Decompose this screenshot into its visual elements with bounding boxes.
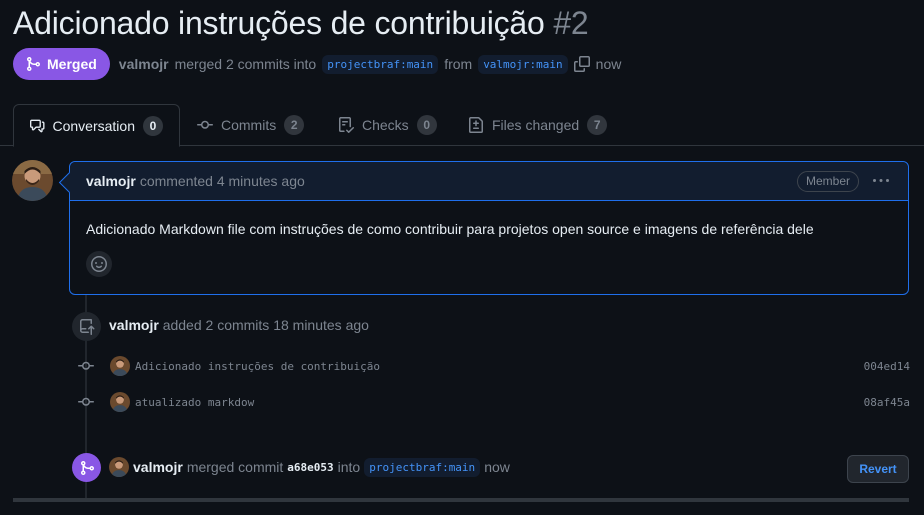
avatar[interactable] bbox=[110, 356, 130, 376]
file-diff-icon bbox=[469, 117, 483, 133]
tab-commits[interactable]: Commits 2 bbox=[181, 104, 320, 146]
head-branch[interactable]: valmojr:main bbox=[478, 54, 568, 74]
merged-event: valmojr merged commit a68e053 into proje… bbox=[109, 457, 510, 477]
tab-checks-count: 0 bbox=[416, 115, 437, 135]
avatar[interactable] bbox=[109, 457, 129, 477]
checklist-icon bbox=[339, 117, 354, 133]
commits-added-event: valmojr added 2 commits 18 minutes ago bbox=[109, 317, 369, 333]
pr-number: #2 bbox=[553, 5, 589, 41]
git-commit-icon bbox=[78, 358, 94, 374]
tab-conversation-label: Conversation bbox=[52, 117, 136, 134]
comment-body: Adicionado Markdown file com instruções … bbox=[86, 221, 814, 237]
comment-author-link[interactable]: valmojr bbox=[86, 173, 136, 189]
event-author-link[interactable]: valmojr bbox=[109, 317, 159, 333]
git-merge-icon bbox=[72, 453, 101, 482]
comment-discussion-icon bbox=[30, 119, 45, 132]
divider bbox=[13, 498, 909, 502]
merge-author-link[interactable]: valmojr bbox=[133, 459, 183, 475]
event-text: added 2 commits 18 minutes ago bbox=[162, 317, 369, 333]
revert-button[interactable]: Revert bbox=[847, 455, 909, 483]
commit-message-link[interactable]: Adicionado instruções de contribuição bbox=[135, 360, 380, 373]
commit-row: Adicionado instruções de contribuição 00… bbox=[78, 355, 910, 377]
repo-push-icon bbox=[72, 312, 101, 341]
tab-files-changed[interactable]: Files changed 7 bbox=[452, 104, 623, 146]
tab-conversation[interactable]: Conversation 0 bbox=[13, 104, 180, 147]
commit-message-link[interactable]: atualizado markdow bbox=[135, 396, 254, 409]
kebab-menu-icon[interactable] bbox=[870, 170, 892, 192]
tab-checks[interactable]: Checks 0 bbox=[322, 104, 453, 146]
pull-request-page: Adicionado instruções de contribuição #2… bbox=[0, 0, 924, 515]
git-merge-icon bbox=[27, 57, 41, 71]
commit-row: atualizado markdow 08af45a bbox=[78, 391, 910, 413]
merged-status-badge: Merged bbox=[13, 48, 110, 80]
commit-sha-link[interactable]: 08af45a bbox=[864, 396, 910, 409]
member-badge: Member bbox=[796, 171, 859, 192]
merge-branch[interactable]: projectbraf:main bbox=[364, 457, 481, 477]
comment-box: valmojr commented 4 minutes ago Member A… bbox=[69, 161, 909, 295]
tab-commits-count: 2 bbox=[284, 115, 305, 135]
tab-checks-label: Checks bbox=[362, 117, 409, 133]
tab-files-changed-count: 7 bbox=[587, 115, 608, 135]
smiley-icon bbox=[91, 256, 107, 272]
pr-title: Adicionado instruções de contribuição #2 bbox=[13, 4, 589, 42]
tab-conversation-count: 0 bbox=[143, 115, 163, 136]
merged-status-label: Merged bbox=[47, 56, 97, 72]
comment-timestamp[interactable]: commented 4 minutes ago bbox=[140, 173, 305, 189]
git-commit-icon bbox=[197, 120, 213, 129]
merge-text-before: merged commit bbox=[186, 459, 284, 475]
avatar[interactable] bbox=[12, 160, 53, 201]
copy-icon[interactable] bbox=[573, 56, 590, 72]
commit-sha-link[interactable]: 004ed14 bbox=[864, 360, 910, 373]
merged-text: merged 2 commits into bbox=[174, 56, 317, 72]
pr-author-link[interactable]: valmojr bbox=[119, 56, 169, 72]
tab-files-changed-label: Files changed bbox=[492, 117, 580, 133]
merge-time: now bbox=[484, 459, 510, 475]
tab-commits-label: Commits bbox=[221, 117, 277, 133]
pr-time: now bbox=[595, 56, 622, 72]
merge-commit-sha-link[interactable]: a68e053 bbox=[287, 461, 333, 474]
git-commit-icon bbox=[78, 394, 94, 410]
avatar[interactable] bbox=[110, 392, 130, 412]
pr-tabs: Conversation 0 Commits 2 Checks 0 Files … bbox=[0, 104, 924, 147]
merge-text-into: into bbox=[337, 459, 361, 475]
add-reaction-button[interactable] bbox=[86, 251, 112, 277]
pr-title-text: Adicionado instruções de contribuição bbox=[13, 5, 545, 41]
base-branch[interactable]: projectbraf:main bbox=[322, 54, 439, 74]
comment-header: valmojr commented 4 minutes ago Member bbox=[70, 162, 908, 201]
from-text: from bbox=[444, 56, 473, 72]
pr-meta: Merged valmojr merged 2 commits into pro… bbox=[13, 48, 621, 80]
